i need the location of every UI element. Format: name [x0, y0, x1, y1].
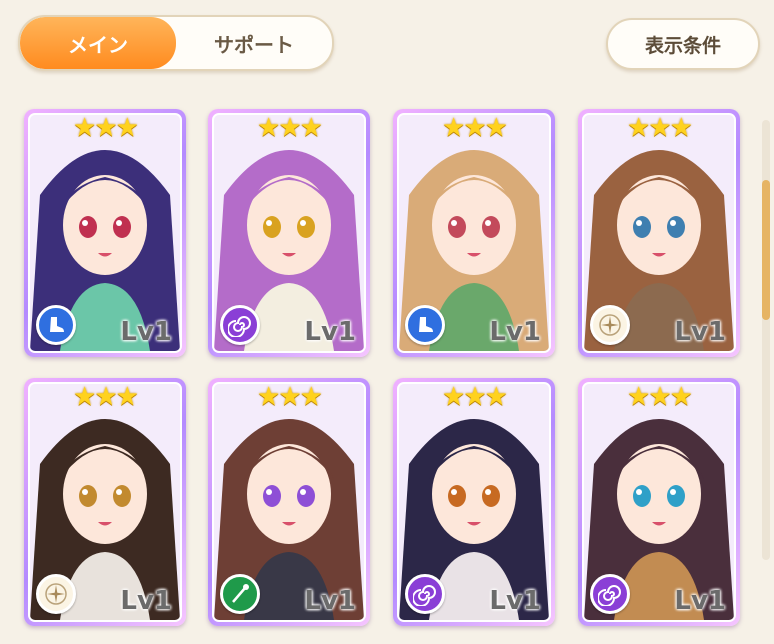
rarity-stars: ★★★	[627, 113, 693, 143]
level-label: Lv1	[304, 317, 356, 347]
rarity-stars: ★★★	[442, 113, 508, 143]
level-label: Lv1	[120, 317, 172, 347]
level-label: Lv1	[489, 586, 541, 616]
boot-icon	[405, 305, 445, 345]
character-card[interactable]: ★★★ Lv1	[208, 109, 370, 357]
scrollbar-thumb[interactable]	[762, 180, 770, 320]
filter-button[interactable]: 表示条件	[606, 18, 760, 70]
character-card[interactable]: ★★★ Lv1	[24, 378, 186, 626]
compass-icon	[590, 305, 630, 345]
scrollbar[interactable]	[762, 120, 770, 560]
card-frame: ★★★ Lv1	[212, 113, 366, 353]
spiral-icon	[590, 574, 630, 614]
character-card[interactable]: ★★★ Lv1	[393, 109, 555, 357]
level-label: Lv1	[304, 586, 356, 616]
character-card[interactable]: ★★★ Lv1	[578, 109, 740, 357]
level-label: Lv1	[674, 586, 726, 616]
character-card[interactable]: ★★★ Lv1	[24, 109, 186, 357]
rarity-stars: ★★★	[627, 382, 693, 412]
card-frame: ★★★ Lv1	[582, 113, 736, 353]
character-card[interactable]: ★★★ Lv1	[393, 378, 555, 626]
rarity-stars: ★★★	[73, 382, 139, 412]
compass-icon	[36, 574, 76, 614]
tab-support[interactable]: サポート	[176, 17, 332, 69]
rarity-stars: ★★★	[257, 382, 323, 412]
card-frame: ★★★ Lv1	[212, 382, 366, 622]
card-frame: ★★★ Lv1	[397, 113, 551, 353]
rarity-stars: ★★★	[73, 113, 139, 143]
rarity-stars: ★★★	[442, 382, 508, 412]
character-card[interactable]: ★★★ Lv1	[208, 378, 370, 626]
level-label: Lv1	[120, 586, 172, 616]
spiral-icon	[405, 574, 445, 614]
level-label: Lv1	[489, 317, 541, 347]
rarity-stars: ★★★	[257, 113, 323, 143]
card-frame: ★★★ Lv1	[582, 382, 736, 622]
tab-main[interactable]: メイン	[20, 17, 176, 69]
character-card[interactable]: ★★★ Lv1	[578, 378, 740, 626]
spiral-icon	[220, 305, 260, 345]
card-frame: ★★★ Lv1	[28, 113, 182, 353]
unit-type-toggle: メイン サポート	[18, 15, 334, 71]
staff-icon	[220, 574, 260, 614]
card-frame: ★★★ Lv1	[28, 382, 182, 622]
card-frame: ★★★ Lv1	[397, 382, 551, 622]
boot-icon	[36, 305, 76, 345]
level-label: Lv1	[674, 317, 726, 347]
